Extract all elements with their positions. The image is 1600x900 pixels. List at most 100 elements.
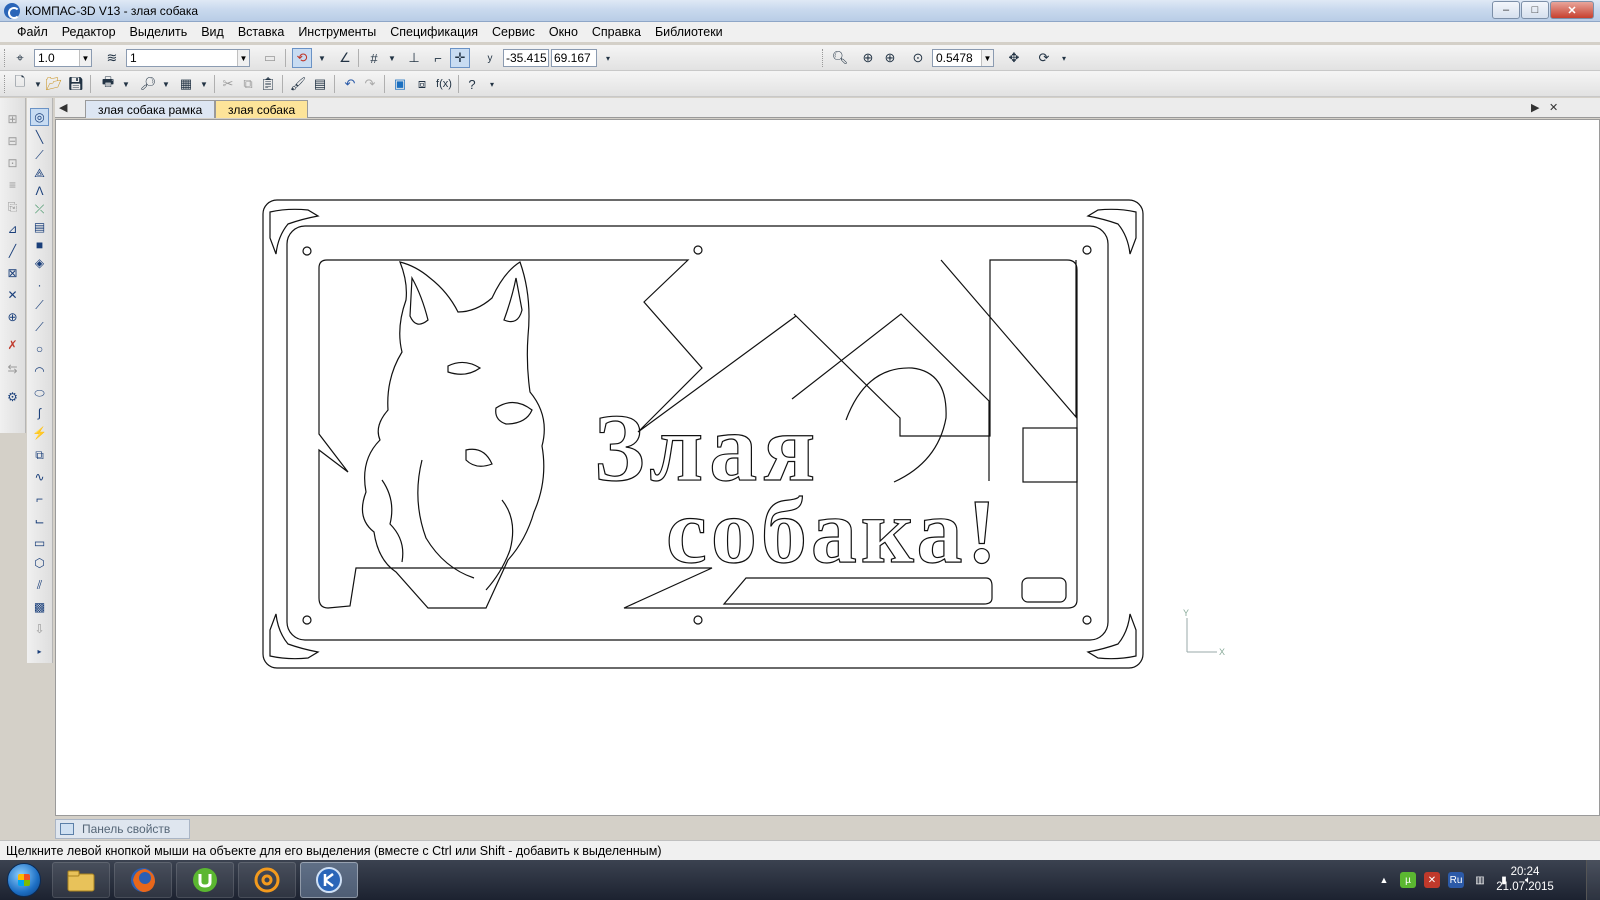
menu-help[interactable]: Справка (585, 25, 648, 39)
line-icon[interactable]: ⟋ (30, 296, 49, 314)
manager-icon[interactable]: ▦ (176, 74, 196, 94)
nurbs-icon[interactable]: ∿ (30, 468, 49, 486)
close-document-icon[interactable]: ✕ (1549, 101, 1558, 114)
copy-icon[interactable]: ⧉ (238, 74, 258, 94)
grid-icon[interactable]: # (364, 48, 384, 68)
tab-scroll-right-icon[interactable]: ▶ (1531, 101, 1539, 114)
menu-file[interactable]: Файл (10, 25, 55, 39)
arc-tool-icon[interactable]: Λ (30, 182, 49, 200)
spline-icon[interactable]: ∫ (30, 404, 49, 422)
house-roof[interactable] (791, 313, 990, 481)
polygon-icon[interactable]: ⬡ (30, 554, 49, 572)
library-manager-icon[interactable]: ⧈ (412, 74, 432, 94)
parameters-icon[interactable]: ⎘ (3, 198, 22, 216)
moon-arc[interactable] (845, 367, 947, 483)
spec-icon[interactable]: ⊠ (3, 264, 22, 282)
hole[interactable] (302, 246, 312, 256)
edit-icon[interactable]: ≡ (3, 176, 22, 194)
taskbar-mail-agent[interactable] (238, 862, 296, 898)
notation-icon[interactable]: ⊡ (3, 154, 22, 172)
menu-service[interactable]: Сервис (485, 25, 542, 39)
insert-icon[interactable]: ⊕ (3, 308, 22, 326)
network-icon[interactable]: ▥ (1472, 872, 1488, 888)
hole[interactable] (1082, 245, 1092, 255)
polyline-icon[interactable]: ▤ (30, 218, 49, 236)
chevron-down-icon[interactable]: ▼ (156, 74, 176, 94)
close-button[interactable]: ✕ (1550, 1, 1594, 19)
menu-libraries[interactable]: Библиотеки (648, 25, 730, 39)
geometry-icon[interactable]: ⊞ (3, 110, 22, 128)
ellipse-icon[interactable]: ⬭ (30, 384, 49, 402)
save-icon[interactable]: 💾︎ (66, 74, 86, 94)
menu-window[interactable]: Окно (542, 25, 585, 39)
variables-icon[interactable]: f(x) (434, 74, 454, 94)
sign-word-2[interactable]: собака! (665, 479, 1001, 582)
zoom-combo[interactable]: 0.5478 ▼ (932, 49, 994, 67)
zoom-in-icon[interactable]: ⊕ (880, 48, 900, 68)
ortho-icon[interactable]: ⌐ (428, 48, 448, 68)
macro-icon[interactable]: ⚙ (3, 388, 22, 406)
hole[interactable] (693, 615, 703, 625)
cursor-x-field[interactable]: -35.415 (503, 49, 549, 67)
zoom-window-icon[interactable]: 🔍︎ (830, 48, 850, 68)
fill-icon[interactable]: ■ (30, 236, 49, 254)
cut-icon[interactable]: ✂ (218, 74, 238, 94)
format-painter-icon[interactable]: 🖌︎ (288, 74, 308, 94)
taskbar-utorrent[interactable] (176, 862, 234, 898)
menu-view[interactable]: Вид (194, 25, 231, 39)
measure-icon[interactable]: ⊿ (3, 220, 22, 238)
tab-frame[interactable]: злая собака рамка (85, 100, 216, 118)
toolbar-grip[interactable] (4, 75, 7, 93)
chevron-down-icon[interactable]: ▼ (237, 50, 249, 66)
chevron-down-icon[interactable]: ▼ (981, 50, 993, 66)
chevron-down-icon[interactable]: ▼ (382, 48, 402, 68)
drawing-svg[interactable]: Злая собака! X Y (56, 120, 1600, 817)
menu-editor[interactable]: Редактор (55, 25, 123, 39)
attributes-icon[interactable]: ⇆ (3, 360, 22, 378)
pan-icon[interactable]: ✥ (1004, 48, 1024, 68)
toolbar-overflow-icon[interactable]: ▾ (482, 74, 502, 94)
taskbar-kompas[interactable] (300, 862, 358, 898)
chevron-down-icon[interactable]: ▼ (194, 74, 214, 94)
tree-icon[interactable]: ▣ (390, 74, 410, 94)
utorrent-tray-icon[interactable]: µ (1400, 872, 1416, 888)
system-clock[interactable]: 20:24 21.07.2015 (1490, 865, 1560, 895)
house-window[interactable] (1022, 427, 1078, 483)
new-document-icon[interactable]: 🗋 (10, 74, 30, 94)
rectangle-icon[interactable]: ▭ (30, 534, 49, 552)
properties-panel-tab[interactable]: Панель свойств (55, 819, 190, 839)
delete-icon[interactable]: ✗ (3, 336, 22, 354)
dog-head-outline[interactable] (361, 261, 545, 609)
roof-right[interactable] (940, 259, 1077, 419)
chevron-down-icon[interactable]: ▼ (79, 50, 91, 66)
segment-icon[interactable]: ⟋ (30, 146, 49, 164)
auxiliary-line-icon[interactable]: ╲ (30, 128, 49, 146)
panel-expand-icon[interactable]: ▸ (30, 642, 49, 660)
tab-scroll-left-icon[interactable]: ◀ (59, 101, 67, 114)
toolbar-overflow-icon[interactable]: ▾ (1054, 48, 1074, 68)
contour-icon[interactable]: ▩ (30, 598, 49, 616)
bezier-icon[interactable]: ⚡ (30, 424, 49, 442)
snap-points-icon[interactable]: ✛ (450, 48, 470, 68)
cs-axes-icon[interactable]: ⊥ (404, 48, 424, 68)
redo-icon[interactable]: ↷ (360, 74, 380, 94)
refresh-icon[interactable]: ⟳ (1034, 48, 1054, 68)
dimensions-icon[interactable]: ⊟ (3, 132, 22, 150)
hatch-icon[interactable]: ◈ (30, 254, 49, 272)
taskbar-firefox[interactable] (114, 862, 172, 898)
cursor-y-field[interactable]: 69.167 (551, 49, 597, 67)
zoom-fit-icon[interactable]: ⊕ (858, 48, 878, 68)
menu-insert[interactable]: Вставка (231, 25, 291, 39)
undo-icon[interactable]: ↶ (340, 74, 360, 94)
menu-tools[interactable]: Инструменты (291, 25, 383, 39)
help-pointer-icon[interactable]: ? (462, 74, 482, 94)
equidistant-icon[interactable]: ⫽ (30, 576, 49, 594)
properties-icon[interactable]: ▭ (260, 48, 280, 68)
language-indicator[interactable]: Ru (1448, 872, 1464, 888)
fillet-2-icon[interactable]: ⌙ (30, 512, 49, 530)
tab-angry-dog[interactable]: злая собака (215, 100, 309, 118)
minimize-button[interactable]: – (1492, 1, 1520, 19)
menu-select[interactable]: Выделить (123, 25, 195, 39)
layers-icon[interactable]: ≋ (102, 48, 122, 68)
step-combo[interactable]: 1.0 ▼ (34, 49, 92, 67)
